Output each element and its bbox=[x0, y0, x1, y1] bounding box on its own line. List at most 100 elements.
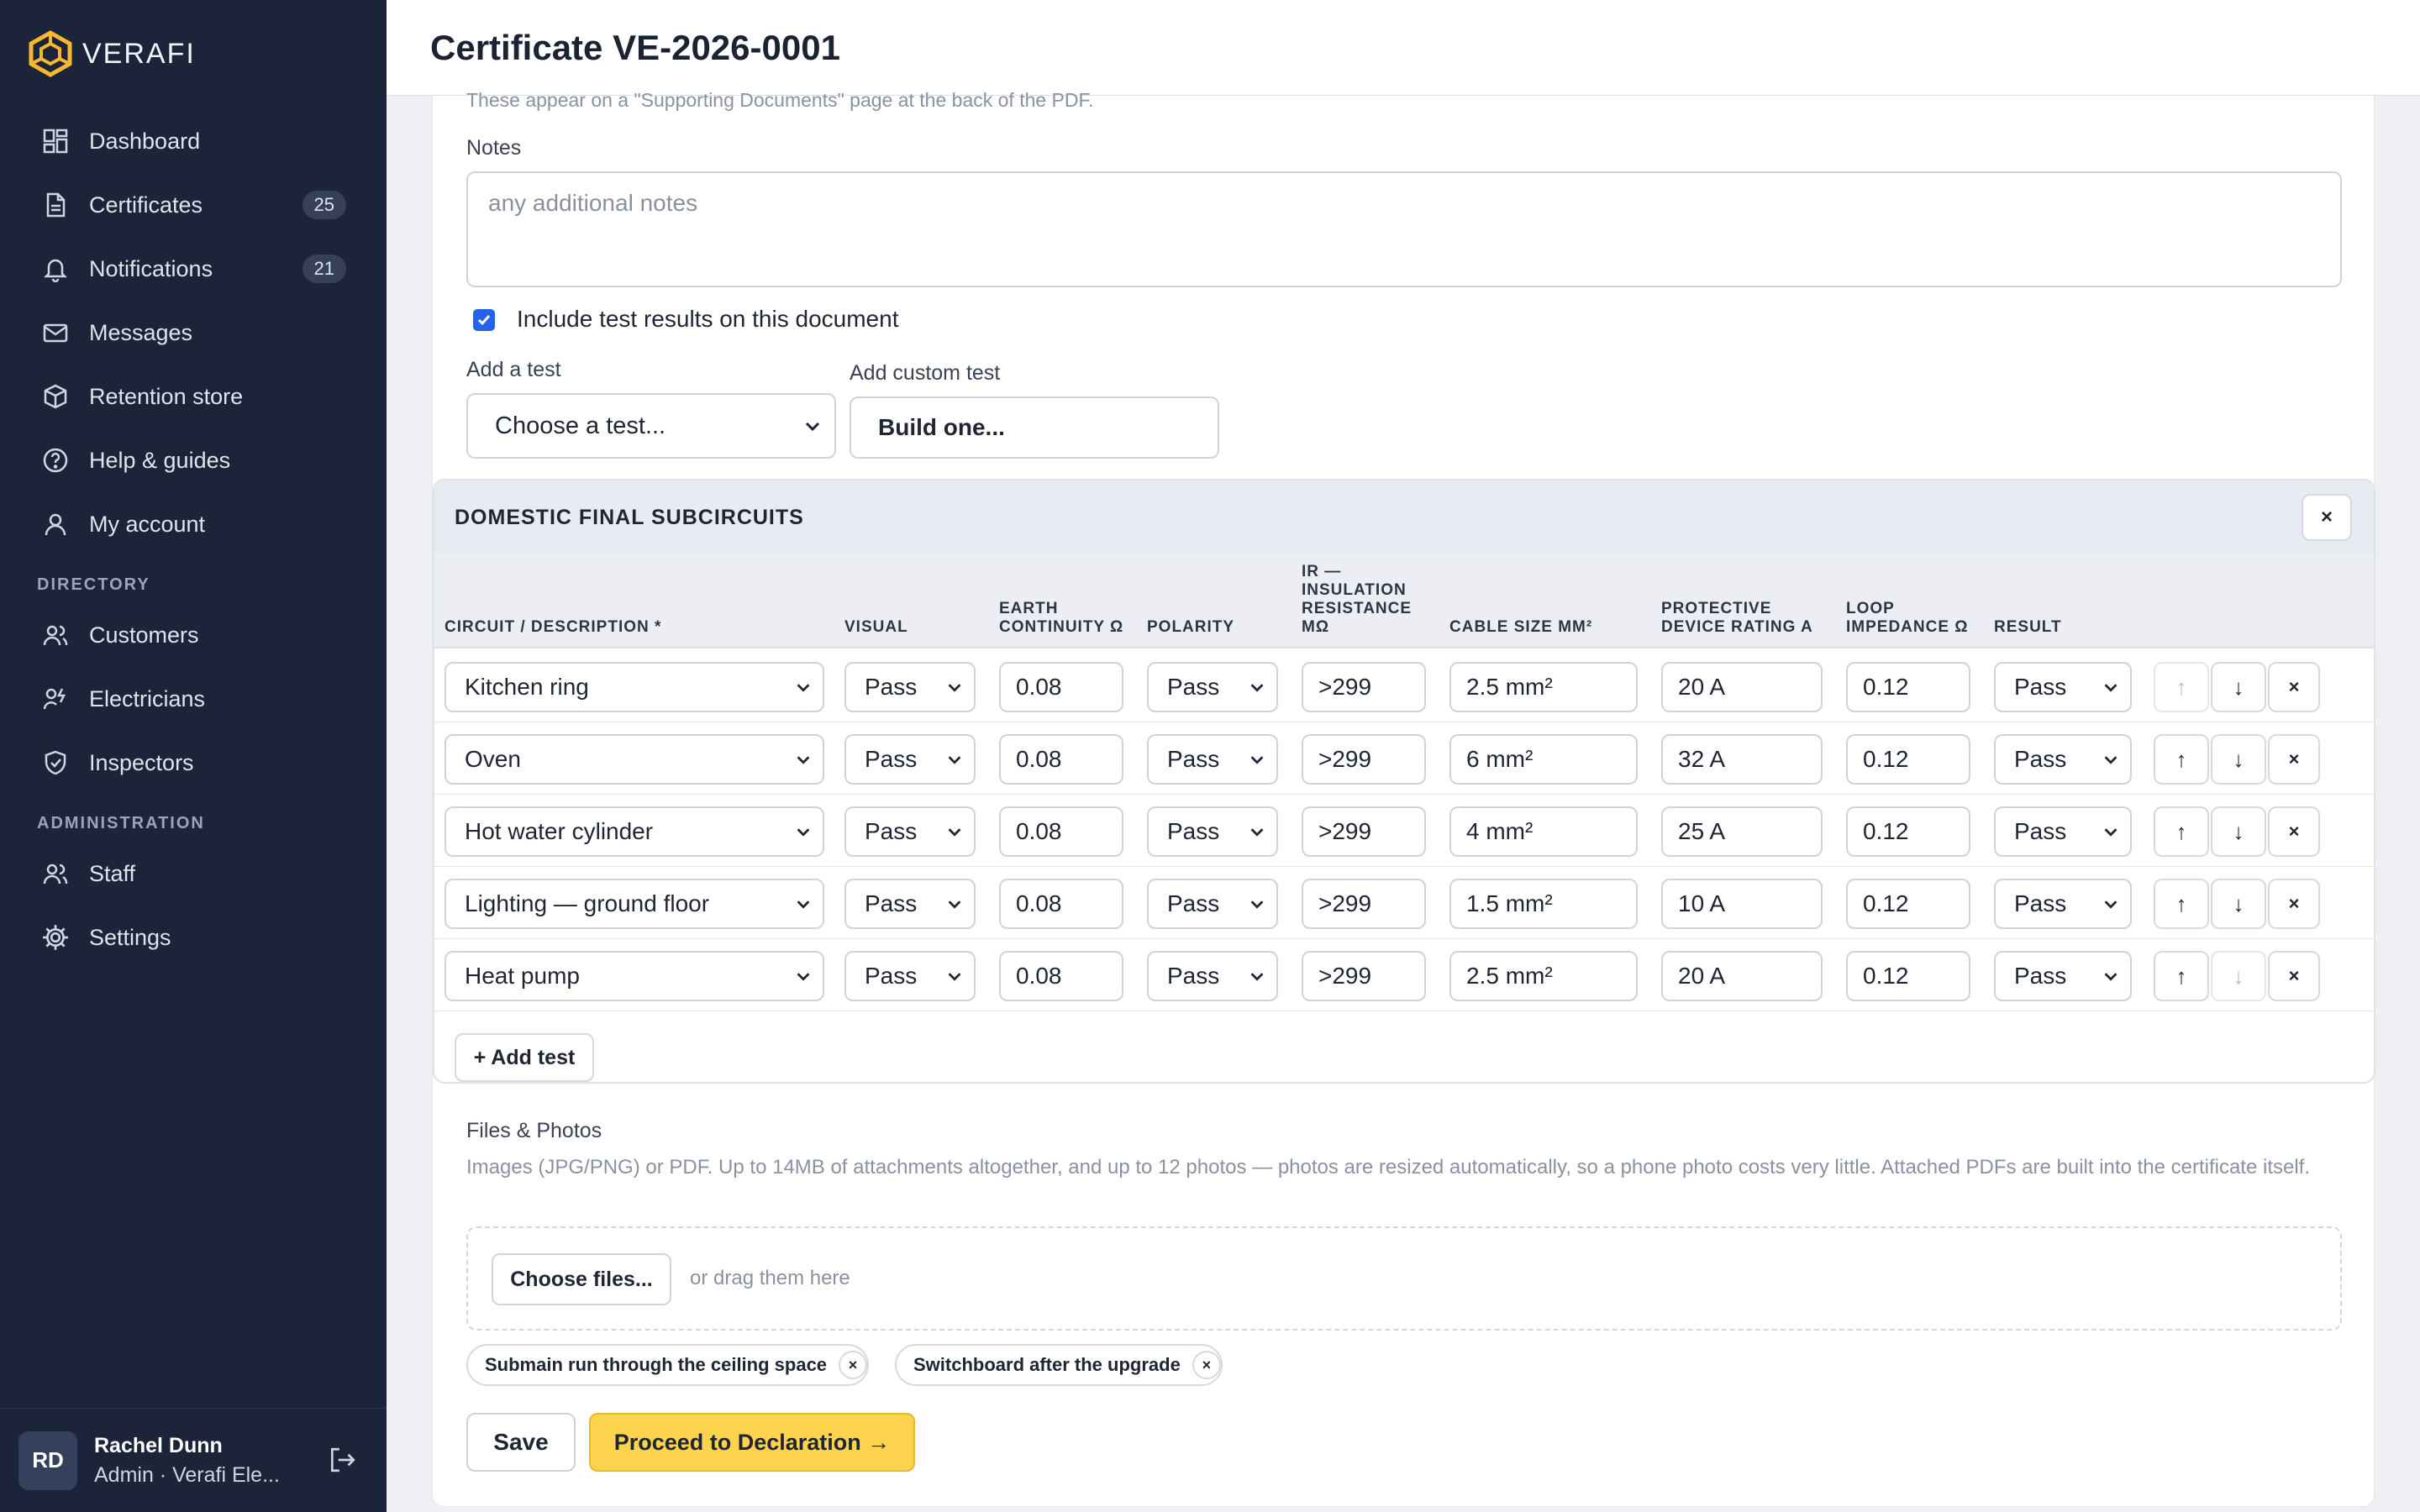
user-profile[interactable]: RD Rachel Dunn Admin · Verafi Ele... bbox=[0, 1408, 387, 1512]
earth-continuity-input[interactable]: 0.08 bbox=[999, 951, 1123, 1001]
circuit-select[interactable]: Lighting — ground floor bbox=[445, 879, 824, 929]
move-down-button[interactable]: ↓ bbox=[2211, 879, 2266, 929]
remove-section-button[interactable]: × bbox=[2302, 494, 2352, 541]
insulation-resistance-input[interactable]: >299 bbox=[1302, 806, 1426, 857]
device-rating-input[interactable]: 25 A bbox=[1661, 806, 1823, 857]
cable-size-input[interactable]: 1.5 mm² bbox=[1449, 879, 1638, 929]
move-down-button[interactable]: ↓ bbox=[2211, 662, 2266, 712]
insulation-resistance-input[interactable]: >299 bbox=[1302, 662, 1426, 712]
earth-continuity-input[interactable]: 0.08 bbox=[999, 879, 1123, 929]
device-rating-input[interactable]: 32 A bbox=[1661, 734, 1823, 785]
sidebar-item-settings[interactable]: Settings bbox=[0, 906, 387, 969]
chevron-down-icon bbox=[1250, 828, 1264, 837]
move-up-button[interactable]: ↑ bbox=[2154, 806, 2209, 857]
visual-select[interactable]: Pass bbox=[844, 951, 976, 1001]
remove-row-button[interactable]: × bbox=[2268, 662, 2320, 712]
choose-test-select[interactable]: Choose a test... bbox=[466, 393, 836, 459]
header: Certificate VE-2026-0001 bbox=[387, 0, 2420, 96]
add-test-label: Add a test bbox=[466, 358, 561, 381]
choose-files-button[interactable]: Choose files... bbox=[492, 1253, 671, 1305]
remove-row-button[interactable]: × bbox=[2268, 734, 2320, 785]
user-info: Rachel Dunn Admin · Verafi Ele... bbox=[94, 1434, 280, 1488]
move-down-button[interactable]: ↓ bbox=[2211, 951, 2266, 1001]
save-button[interactable]: Save bbox=[466, 1413, 576, 1472]
move-down-button[interactable]: ↓ bbox=[2211, 734, 2266, 785]
device-rating-input[interactable]: 20 A bbox=[1661, 951, 1823, 1001]
include-tests-checkbox[interactable] bbox=[473, 309, 495, 331]
sidebar-item-customers[interactable]: Customers bbox=[0, 603, 387, 667]
visual-select[interactable]: Pass bbox=[844, 879, 976, 929]
result-select[interactable]: Pass bbox=[1994, 806, 2132, 857]
arrow-up-icon: ↑ bbox=[2175, 746, 2187, 772]
loop-impedance-input[interactable]: 0.12 bbox=[1846, 951, 1970, 1001]
sidebar-item-notifications[interactable]: Notifications 21 bbox=[0, 237, 387, 301]
move-up-button[interactable]: ↑ bbox=[2154, 734, 2209, 785]
remove-attachment-button[interactable]: × bbox=[1192, 1351, 1221, 1379]
result-select[interactable]: Pass bbox=[1994, 662, 2132, 712]
circuit-select[interactable]: Hot water cylinder bbox=[445, 806, 824, 857]
remove-row-button[interactable]: × bbox=[2268, 951, 2320, 1001]
sidebar-item-dashboard[interactable]: Dashboard bbox=[0, 109, 387, 173]
cable-size-input[interactable]: 6 mm² bbox=[1449, 734, 1638, 785]
polarity-select[interactable]: Pass bbox=[1147, 734, 1278, 785]
polarity-select[interactable]: Pass bbox=[1147, 951, 1278, 1001]
logout-icon[interactable] bbox=[328, 1446, 356, 1478]
help-icon bbox=[40, 445, 71, 475]
move-up-button[interactable]: ↑ bbox=[2154, 951, 2209, 1001]
loop-impedance-input[interactable]: 0.12 bbox=[1846, 806, 1970, 857]
hexagon-logo-icon bbox=[29, 30, 72, 77]
move-down-button[interactable]: ↓ bbox=[2211, 806, 2266, 857]
cable-size-input[interactable]: 4 mm² bbox=[1449, 806, 1638, 857]
sidebar-item-messages[interactable]: Messages bbox=[0, 301, 387, 365]
sidebar-item-certificates[interactable]: Certificates 25 bbox=[0, 173, 387, 237]
remove-row-button[interactable]: × bbox=[2268, 806, 2320, 857]
insulation-resistance-input[interactable]: >299 bbox=[1302, 879, 1426, 929]
loop-impedance-input[interactable]: 0.12 bbox=[1846, 662, 1970, 712]
visual-select[interactable]: Pass bbox=[844, 734, 976, 785]
circuit-select[interactable]: Heat pump bbox=[445, 951, 824, 1001]
circuit-select[interactable]: Kitchen ring bbox=[445, 662, 824, 712]
cable-size-input[interactable]: 2.5 mm² bbox=[1449, 662, 1638, 712]
visual-select[interactable]: Pass bbox=[844, 662, 976, 712]
move-up-button[interactable]: ↑ bbox=[2154, 879, 2209, 929]
result-select[interactable]: Pass bbox=[1994, 734, 2132, 785]
loop-impedance-input[interactable]: 0.12 bbox=[1846, 734, 1970, 785]
column-header-insulation-resistance: IR — INSULATION RESISTANCE MΩ bbox=[1302, 563, 1413, 636]
sidebar-item-electricians[interactable]: Electricians bbox=[0, 667, 387, 731]
sidebar-item-label: Inspectors bbox=[89, 749, 194, 775]
remove-attachment-button[interactable]: × bbox=[839, 1351, 868, 1379]
move-up-button[interactable]: ↑ bbox=[2154, 662, 2209, 712]
brand-logo[interactable]: VERAFI bbox=[29, 29, 196, 79]
table-row: Oven Pass 0.08 Pass >299 6 mm² 32 A 0.12 Pass ↑ ↓ × bbox=[434, 722, 2374, 795]
cable-size-input[interactable]: 2.5 mm² bbox=[1449, 951, 1638, 1001]
custom-test-label: Add custom test bbox=[850, 361, 1001, 385]
remove-row-button[interactable]: × bbox=[2268, 879, 2320, 929]
earth-continuity-input[interactable]: 0.08 bbox=[999, 734, 1123, 785]
device-rating-input[interactable]: 10 A bbox=[1661, 879, 1823, 929]
insulation-resistance-input[interactable]: >299 bbox=[1302, 951, 1426, 1001]
polarity-select[interactable]: Pass bbox=[1147, 806, 1278, 857]
notes-textarea[interactable]: any additional notes bbox=[466, 171, 2342, 287]
polarity-select[interactable]: Pass bbox=[1147, 662, 1278, 712]
sidebar-item-help[interactable]: Help & guides bbox=[0, 428, 387, 492]
earth-continuity-input[interactable]: 0.08 bbox=[999, 806, 1123, 857]
visual-select[interactable]: Pass bbox=[844, 806, 976, 857]
add-test-button[interactable]: + Add test bbox=[455, 1033, 594, 1082]
sidebar-item-inspectors[interactable]: Inspectors bbox=[0, 731, 387, 795]
device-rating-input[interactable]: 20 A bbox=[1661, 662, 1823, 712]
file-dropzone[interactable]: Choose files... or drag them here bbox=[466, 1226, 2342, 1331]
earth-continuity-input[interactable]: 0.08 bbox=[999, 662, 1123, 712]
circuit-select[interactable]: Oven bbox=[445, 734, 824, 785]
sidebar-item-label: Staff bbox=[89, 860, 136, 886]
build-custom-test-button[interactable]: Build one... bbox=[850, 396, 1219, 459]
insulation-resistance-input[interactable]: >299 bbox=[1302, 734, 1426, 785]
table-row: Heat pump Pass 0.08 Pass >299 2.5 mm² 20 A 0.12… bbox=[434, 939, 2374, 1011]
sidebar-item-staff[interactable]: Staff bbox=[0, 842, 387, 906]
polarity-select[interactable]: Pass bbox=[1147, 879, 1278, 929]
sidebar-item-retention-store[interactable]: Retention store bbox=[0, 365, 387, 428]
proceed-to-declaration-button[interactable]: Proceed to Declaration → bbox=[589, 1413, 915, 1472]
result-select[interactable]: Pass bbox=[1994, 879, 2132, 929]
sidebar-item-my-account[interactable]: My account bbox=[0, 492, 387, 556]
loop-impedance-input[interactable]: 0.12 bbox=[1846, 879, 1970, 929]
result-select[interactable]: Pass bbox=[1994, 951, 2132, 1001]
